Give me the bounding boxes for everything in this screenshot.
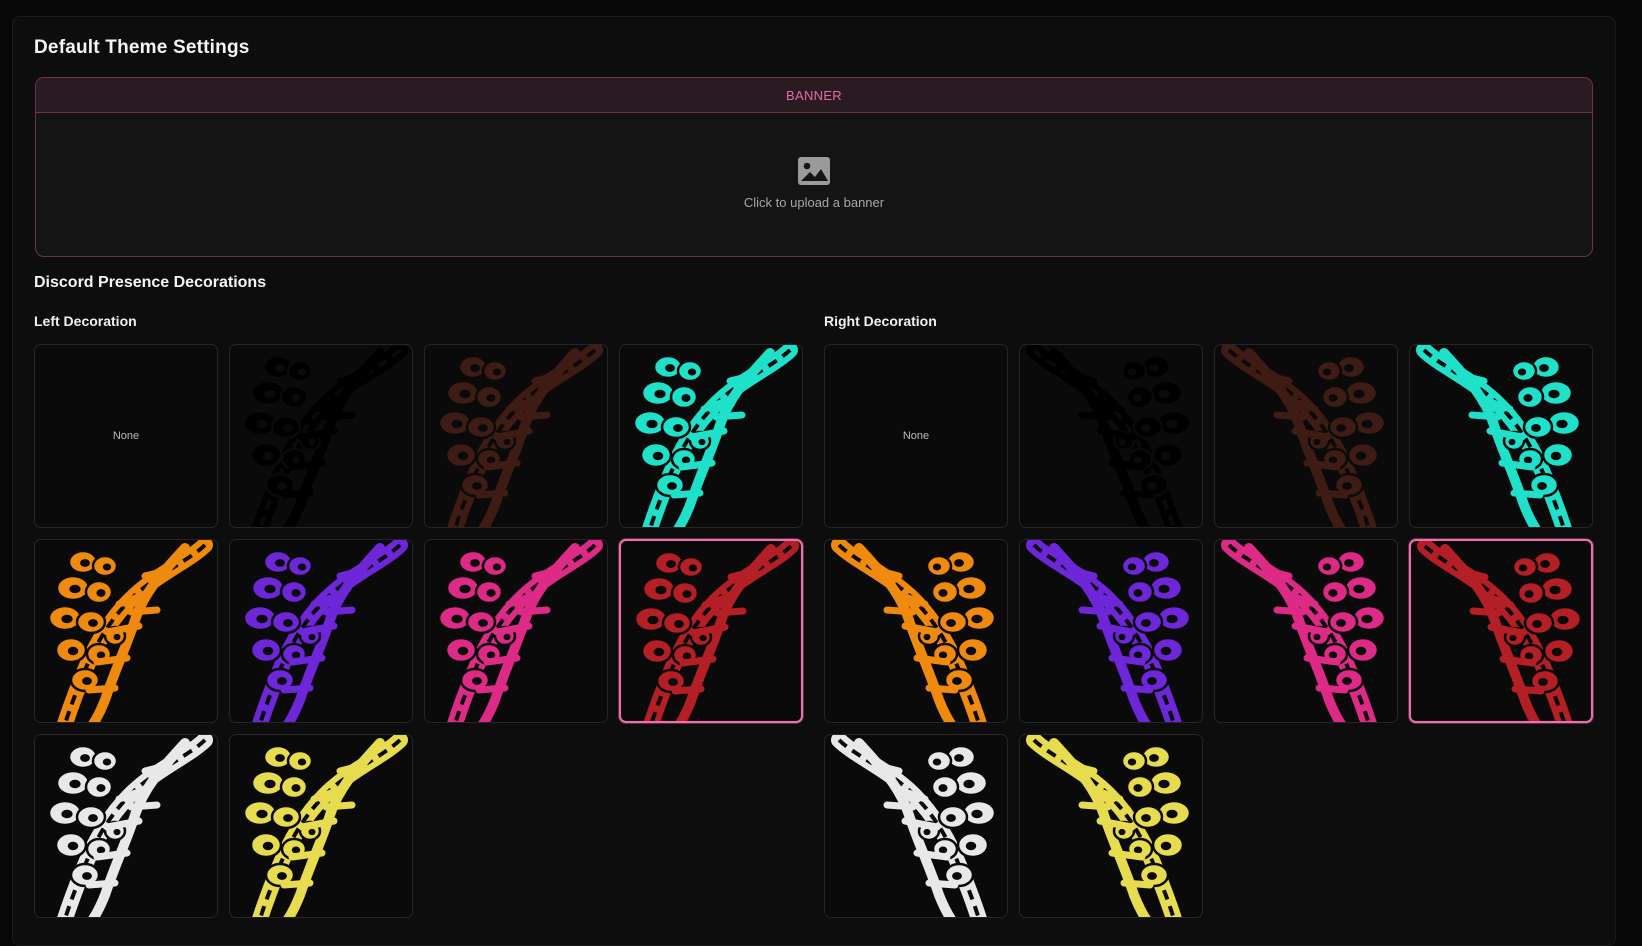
left-decoration-orange[interactable] <box>34 539 218 723</box>
right-decoration-teal[interactable] <box>1409 344 1593 528</box>
left-decoration-white[interactable] <box>34 734 218 918</box>
banner-upload-text: Click to upload a banner <box>743 195 885 210</box>
skeleton-hand-icon <box>1416 345 1582 527</box>
skeleton-hand-icon <box>1417 541 1583 721</box>
left-decoration-none[interactable]: None <box>34 344 218 528</box>
skeleton-hand-icon <box>1026 735 1192 917</box>
skeleton-hand-icon <box>242 735 408 917</box>
skeleton-hand-icon <box>242 345 408 527</box>
left-decoration-pink[interactable] <box>424 539 608 723</box>
skeleton-hand-icon <box>1026 540 1192 722</box>
decorations-section-title: Discord Presence Decorations <box>34 274 267 291</box>
right-decoration-orange[interactable] <box>824 539 1008 723</box>
page-title: Default Theme Settings <box>34 37 250 58</box>
right-decoration-red[interactable] <box>1409 539 1593 723</box>
skeleton-hand-icon <box>1026 345 1192 527</box>
image-icon <box>798 157 830 185</box>
right-decoration-black[interactable] <box>1019 344 1203 528</box>
skeleton-hand-icon <box>633 541 799 721</box>
right-decoration-brown[interactable] <box>1214 344 1398 528</box>
skeleton-hand-icon <box>437 345 603 527</box>
left-decoration-brown[interactable] <box>424 344 608 528</box>
right-decoration-pink[interactable] <box>1214 539 1398 723</box>
right-decoration-none[interactable]: None <box>824 344 1008 528</box>
skeleton-hand-icon <box>242 540 408 722</box>
right-decoration-label: Right Decoration <box>824 313 937 329</box>
left-decoration-yellow[interactable] <box>229 734 413 918</box>
right-decoration-purple[interactable] <box>1019 539 1203 723</box>
none-label: None <box>902 430 930 442</box>
banner-upload-area[interactable]: BANNER Click to upload a banner <box>35 77 1593 257</box>
banner-header: BANNER <box>36 78 1592 113</box>
none-label: None <box>112 430 140 442</box>
skeleton-hand-icon <box>831 735 997 917</box>
skeleton-hand-icon <box>632 345 798 527</box>
skeleton-hand-icon <box>1221 540 1387 722</box>
left-decoration-red[interactable] <box>619 539 803 723</box>
skeleton-hand-icon <box>47 540 213 722</box>
left-decoration-black[interactable] <box>229 344 413 528</box>
right-decoration-yellow[interactable] <box>1019 734 1203 918</box>
skeleton-hand-icon <box>437 540 603 722</box>
left-decoration-purple[interactable] <box>229 539 413 723</box>
skeleton-hand-icon <box>831 540 997 722</box>
skeleton-hand-icon <box>47 735 213 917</box>
skeleton-hand-icon <box>1221 345 1387 527</box>
right-decoration-white[interactable] <box>824 734 1008 918</box>
left-decoration-teal[interactable] <box>619 344 803 528</box>
left-decoration-label: Left Decoration <box>34 313 137 329</box>
